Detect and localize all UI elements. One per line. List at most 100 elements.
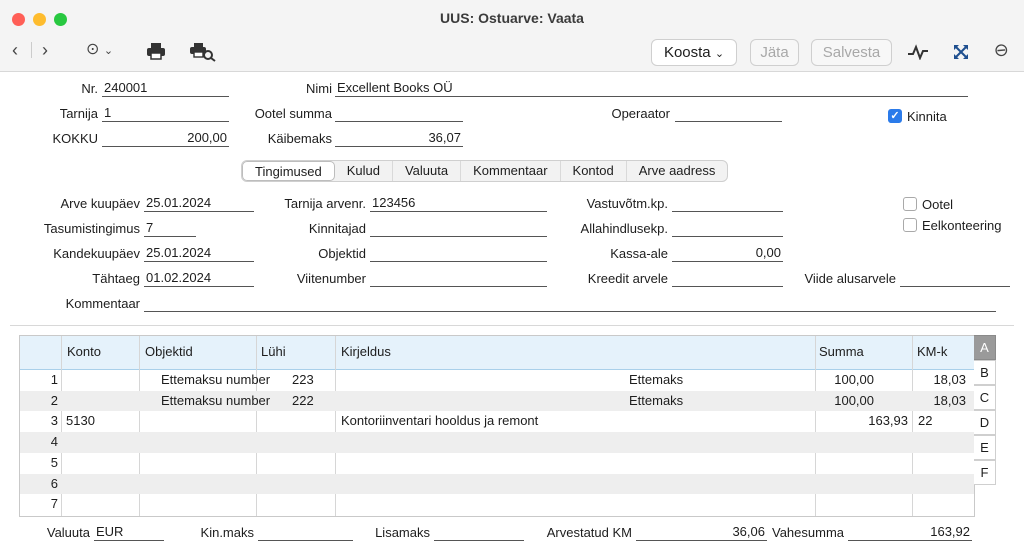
title-bar: UUS: Ostuarve: Vaata ‹ › ⊙ ⌄ Koosta ⌄ Jä… bbox=[0, 0, 1024, 72]
koosta-button[interactable]: Koosta ⌄ bbox=[651, 39, 737, 66]
nimi-field[interactable]: Excellent Books OÜ bbox=[335, 80, 968, 97]
paperclip-icon[interactable]: ⊘ bbox=[989, 37, 1013, 62]
cell-extra[interactable]: Ettemaks bbox=[629, 391, 759, 411]
tasumistingimus-field[interactable]: 7 bbox=[144, 220, 196, 237]
grid-tab-c[interactable]: C bbox=[974, 385, 996, 410]
expand-icon[interactable] bbox=[952, 43, 970, 61]
chevron-left-icon[interactable]: ‹ bbox=[12, 40, 18, 60]
grid-tab-d[interactable]: D bbox=[974, 410, 996, 435]
tarnija-arvenr-field[interactable]: 123456 bbox=[370, 195, 547, 212]
tab-kulud[interactable]: Kulud bbox=[335, 161, 393, 181]
kassa-ale-field[interactable]: 0,00 bbox=[672, 245, 783, 262]
kinnita-checkbox[interactable]: ✓ bbox=[888, 109, 902, 123]
allahindlusekp-field[interactable] bbox=[672, 220, 783, 237]
row-number[interactable]: 6 bbox=[20, 474, 58, 494]
viitenumber-field[interactable] bbox=[370, 270, 547, 287]
cell-luhi[interactable]: 222 bbox=[292, 391, 332, 411]
arvestatud-km-field[interactable]: 36,06 bbox=[636, 524, 767, 541]
cell-summa[interactable]: 100,00 bbox=[765, 370, 874, 390]
column-header-summa[interactable]: Summa bbox=[819, 344, 864, 359]
section-divider bbox=[10, 325, 1014, 326]
table-row[interactable]: 3 5130 Kontoriinventari hooldus ja remont 1… bbox=[20, 411, 974, 432]
valuuta-field[interactable]: EUR bbox=[94, 524, 164, 541]
arvestatud-km-label: Arvestatud KM bbox=[546, 525, 632, 540]
cell-objektid[interactable]: Ettemaksu number bbox=[161, 370, 286, 390]
vastuvotm-field[interactable] bbox=[672, 195, 783, 212]
kaibemaks-field[interactable]: 36,07 bbox=[335, 130, 463, 147]
row-number[interactable]: 5 bbox=[20, 453, 58, 473]
operaator-field[interactable] bbox=[675, 105, 782, 122]
cell-objektid[interactable]: Ettemaksu number bbox=[161, 391, 286, 411]
column-header-konto[interactable]: Konto bbox=[67, 344, 101, 359]
cell-konto[interactable]: 5130 bbox=[66, 411, 136, 431]
kandekuupaev-label: Kandekuupäev bbox=[53, 246, 140, 261]
kreedit-arvele-field[interactable] bbox=[672, 270, 783, 287]
kinnitajad-label: Kinnitajad bbox=[308, 221, 366, 236]
kreedit-arvele-label: Kreedit arvele bbox=[587, 271, 668, 286]
row-number[interactable]: 1 bbox=[20, 370, 58, 390]
jata-button[interactable]: Jäta bbox=[750, 39, 799, 66]
kommentaar-field[interactable] bbox=[144, 295, 996, 312]
cell-summa[interactable]: 100,00 bbox=[765, 391, 874, 411]
arve-kuupaev-field[interactable]: 25.01.2024 bbox=[144, 195, 254, 212]
print-preview-icon[interactable] bbox=[190, 42, 216, 62]
kommentaar-label: Kommentaar bbox=[65, 296, 140, 311]
tab-tingimused[interactable]: Tingimused bbox=[242, 161, 335, 181]
column-header-kmk[interactable]: KM-k bbox=[917, 344, 947, 359]
lisamaks-field[interactable] bbox=[434, 524, 524, 541]
ootel-summa-field[interactable] bbox=[335, 105, 463, 122]
row-number[interactable]: 4 bbox=[20, 432, 58, 452]
column-header-kirjeldus[interactable]: Kirjeldus bbox=[341, 344, 391, 359]
viide-alusarvele-label: Viide alusarvele bbox=[804, 271, 896, 286]
eelkonteering-label: Eelkonteering bbox=[922, 218, 1002, 233]
column-header-luhi[interactable]: Lühi bbox=[261, 344, 286, 359]
row-number[interactable]: 2 bbox=[20, 391, 58, 411]
nav-divider bbox=[31, 42, 32, 58]
grid-tab-b[interactable]: B bbox=[974, 360, 996, 385]
tahtaeg-field[interactable]: 01.02.2024 bbox=[144, 270, 254, 287]
column-header-objektid[interactable]: Objektid bbox=[145, 344, 193, 359]
table-row[interactable]: 1 Ettemaksu number 223 Ettemaks 100,00 18,03 bbox=[20, 370, 974, 391]
grid-tab-a[interactable]: A bbox=[974, 335, 996, 360]
valuuta-label: Valuuta bbox=[46, 525, 90, 540]
cell-kmk[interactable]: 18,03 bbox=[882, 370, 966, 390]
table-row[interactable]: 6 bbox=[20, 473, 974, 494]
tab-arve-aadress[interactable]: Arve aadress bbox=[627, 161, 728, 181]
tab-kommentaar[interactable]: Kommentaar bbox=[461, 161, 561, 181]
objektid-field[interactable] bbox=[370, 245, 547, 262]
kinmaks-field[interactable] bbox=[258, 524, 353, 541]
print-icon[interactable] bbox=[146, 42, 166, 60]
activity-icon[interactable] bbox=[907, 44, 929, 60]
row-number[interactable]: 3 bbox=[20, 411, 58, 431]
row-number[interactable]: 7 bbox=[20, 494, 58, 514]
cell-luhi[interactable]: 223 bbox=[292, 370, 332, 390]
grid-tab-e[interactable]: E bbox=[974, 435, 996, 460]
viide-alusarvele-field[interactable] bbox=[900, 270, 1010, 287]
lisamaks-label: Lisamaks bbox=[375, 525, 430, 540]
table-row[interactable]: 4 bbox=[20, 432, 974, 453]
grid-tab-f[interactable]: F bbox=[974, 460, 996, 485]
cell-kmk[interactable]: 18,03 bbox=[882, 391, 966, 411]
kokku-field[interactable]: 200,00 bbox=[102, 130, 229, 147]
chevron-right-icon[interactable]: › bbox=[42, 40, 48, 60]
tab-valuuta[interactable]: Valuuta bbox=[393, 161, 462, 181]
kandekuupaev-field[interactable]: 25.01.2024 bbox=[144, 245, 254, 262]
ootel-checkbox[interactable] bbox=[903, 197, 917, 211]
cell-summa[interactable]: 163,93 bbox=[815, 411, 908, 431]
cell-kirjeldus[interactable]: Kontoriinventari hooldus ja remont bbox=[341, 411, 641, 431]
vahesumma-field[interactable]: 163,92 bbox=[848, 524, 972, 541]
tarnija-field[interactable]: 1 bbox=[102, 105, 229, 122]
table-row[interactable]: 2 Ettemaksu number 222 Ettemaks 100,00 18,03 bbox=[20, 390, 974, 412]
tab-kontod[interactable]: Kontod bbox=[561, 161, 627, 181]
koosta-label: Koosta bbox=[663, 44, 711, 61]
kinnitajad-field[interactable] bbox=[370, 220, 547, 237]
salvesta-button[interactable]: Salvesta bbox=[811, 39, 892, 66]
vastuvotm-label: Vastuvõtm.kp. bbox=[586, 196, 668, 211]
nr-field[interactable]: 240001 bbox=[102, 80, 229, 97]
more-options-icon[interactable]: ⊙ ⌄ bbox=[86, 40, 113, 61]
invoice-rows-grid: Konto Objektid Lühi Kirjeldus Summa KM-k… bbox=[19, 335, 975, 517]
cell-extra[interactable]: Ettemaks bbox=[629, 370, 759, 390]
table-row[interactable]: 7 bbox=[20, 494, 974, 515]
eelkonteering-checkbox[interactable] bbox=[903, 218, 917, 232]
table-row[interactable]: 5 bbox=[20, 453, 974, 474]
